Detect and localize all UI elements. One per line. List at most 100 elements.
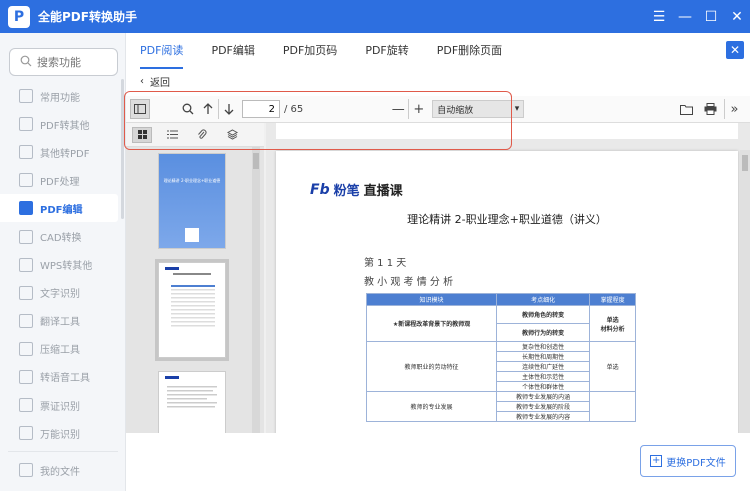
back-label: 返回 (150, 78, 170, 89)
sidebar-item-cad[interactable]: CAD转换 (0, 222, 126, 250)
sidebar-item-label: 票证识别 (40, 401, 80, 413)
chevron-down-icon: ▾ (514, 104, 520, 114)
sidebar-item-universal[interactable]: 万能识别 (0, 419, 126, 447)
tab-pdf-page-number[interactable]: PDF加页码 (283, 33, 337, 69)
file-convert-icon (19, 145, 33, 160)
page-thumbnail-3[interactable] (158, 371, 226, 433)
brand-live: 直播课 (363, 184, 403, 199)
sidebar-item-common[interactable]: 常用功能 (0, 82, 126, 110)
table-cell: 长期性和周期性 (496, 351, 591, 362)
compress-icon (19, 341, 33, 356)
search-box[interactable] (9, 48, 118, 76)
page-thumbnail-2[interactable] (155, 259, 229, 361)
translate-icon (19, 313, 33, 328)
sidebar-item-translate[interactable]: 翻译工具 (0, 307, 126, 335)
ocr-icon (19, 285, 33, 300)
table-cell: 单选 材料分析 (589, 305, 636, 342)
minimize-button[interactable]: — (672, 0, 698, 33)
tab-pdf-rotate[interactable]: PDF旋转 (365, 33, 408, 69)
table-header: 考点细化 (496, 293, 591, 306)
app-title: 全能PDF转换助手 (38, 10, 137, 24)
sidebar-list: 常用功能 PDF转其他 其他转PDF PDF处理 PDF编辑 CAD转换 WPS… (0, 82, 126, 484)
sidebar-item-label: WPS转其他 (40, 261, 93, 273)
brand-name: 粉笔 (333, 184, 360, 199)
thumbnail-preview (165, 267, 215, 327)
ticket-icon (19, 398, 33, 413)
table-cell: 个体性和群体性 (496, 381, 591, 392)
sidebar-item-ticket[interactable]: 票证识别 (0, 391, 126, 419)
maximize-button[interactable]: ☐ (698, 0, 724, 33)
sidebar-item-label: 其他转PDF (40, 148, 90, 160)
sidebar-item-label: 翻译工具 (40, 317, 80, 329)
sidebar-item-label: CAD转换 (40, 233, 82, 245)
page-thumbnail-1[interactable]: 理论精讲 2-职业理念+职业道德 (158, 153, 226, 249)
document-title: 理论精讲 2-职业理念+职业道德（讲义） (407, 213, 607, 226)
document-scrollbar[interactable] (740, 150, 750, 433)
edit-icon (19, 201, 33, 216)
thumbnail-panel: 理论精讲 2-职业理念+职业道德 (126, 147, 264, 433)
wps-icon (19, 257, 33, 272)
sidebar-item-label: PDF编辑 (40, 204, 83, 216)
sidebar-item-label: PDF转其他 (40, 120, 90, 132)
toolbar-highlight-annotation (124, 91, 512, 150)
sidebar-item-wps[interactable]: WPS转其他 (0, 251, 126, 279)
tab-pdf-read[interactable]: PDF阅读 (140, 33, 184, 69)
search-input[interactable] (37, 55, 107, 69)
pdf-convert-icon (19, 117, 33, 132)
sidebar-item-ocr[interactable]: 文字识别 (0, 279, 126, 307)
table-cell: 连续性和广延性 (496, 361, 591, 372)
close-window-button[interactable]: ✕ (724, 0, 750, 33)
handwriting-note-1: 第 1 1 天 (364, 258, 407, 269)
sidebar-item-label: 常用功能 (40, 92, 80, 104)
menu-button[interactable]: ☰ (646, 0, 672, 33)
handwriting-note-2: 教 小 观 考 情 分 析 (364, 277, 454, 288)
table-cell: 教师的专业发展 (365, 391, 498, 422)
app-logo: P (8, 5, 30, 28)
chevron-left-icon: ‹ (140, 76, 144, 87)
table-cell (589, 391, 636, 422)
sidebar-item-label: 转语音工具 (40, 373, 90, 385)
sidebar-item-my-files[interactable]: 我的文件 (0, 456, 126, 484)
sidebar-item-compress[interactable]: 压缩工具 (0, 335, 126, 363)
table-row: 教师的专业发展 教师专业发展的内涵 (365, 391, 636, 422)
table-cell: 主体性和示范性 (496, 371, 591, 382)
title-bar: P 全能PDF转换助手 ☰ — ☐ ✕ (0, 0, 750, 33)
table-cell: 教师行为的转变 (496, 323, 591, 342)
document-area: Fb 粉笔 直播课 理论精讲 2-职业理念+职业道德（讲义） 第 1 1 天 教… (266, 123, 750, 433)
thumb-cover-title: 理论精讲 2-职业理念+职业道德 (163, 178, 221, 183)
qr-code-icon (185, 228, 199, 242)
sidebar-divider (8, 451, 118, 453)
sidebar-item-pdf-process[interactable]: PDF处理 (0, 166, 126, 194)
table-header: 掌握程度 (589, 293, 636, 306)
sidebar-item-other-to-pdf[interactable]: 其他转PDF (0, 138, 126, 166)
tab-pdf-delete-page[interactable]: PDF删除页面 (437, 33, 502, 69)
table-row: 教师职业的劳动特征 复杂性和创造性 单选 (365, 341, 636, 392)
table-cell: 教师专业发展的内涵 (496, 391, 591, 402)
table-cell: 单选 (589, 341, 636, 392)
plus-icon: + (650, 455, 663, 467)
sidebar: 常用功能 PDF转其他 其他转PDF PDF处理 PDF编辑 CAD转换 WPS… (0, 33, 126, 491)
table-cell: 教师专业发展的阶段 (496, 401, 591, 412)
sidebar-item-speech[interactable]: 转语音工具 (0, 363, 126, 391)
brand-logo: Fb 粉笔 直播课 (310, 180, 403, 200)
scrollbar-thumb[interactable] (742, 155, 748, 171)
close-panel-button[interactable]: ✕ (726, 41, 744, 59)
document-page: Fb 粉笔 直播课 理论精讲 2-职业理念+职业道德（讲义） 第 1 1 天 教… (276, 151, 738, 433)
sidebar-item-label: 文字识别 (40, 289, 80, 301)
table-cell: 教师职业的劳动特征 (365, 341, 498, 392)
cad-icon (19, 229, 33, 244)
sidebar-item-label: 我的文件 (40, 466, 80, 478)
print-icon[interactable] (700, 99, 720, 119)
replace-pdf-button[interactable]: + 更换PDF文件 (640, 445, 736, 477)
scrollbar-thumb[interactable] (253, 153, 259, 169)
tab-pdf-edit[interactable]: PDF编辑 (211, 33, 254, 69)
sidebar-item-pdf-to-other[interactable]: PDF转其他 (0, 110, 126, 138)
knowledge-table: 知识模块 考点细化 掌握程度 ★新课程改革背景下的教师观 教师角色的转变 单选 … (365, 293, 636, 422)
pdf-process-icon (19, 173, 33, 188)
thumbnail-scrollbar[interactable] (252, 147, 260, 433)
back-link[interactable]: ‹ 返回 (140, 74, 170, 89)
open-file-icon[interactable] (676, 99, 696, 119)
table-row: ★新课程改革背景下的教师观 教师角色的转变 单选 材料分析 (365, 305, 636, 342)
more-tools-icon[interactable]: » (724, 99, 744, 119)
sidebar-item-pdf-edit[interactable]: PDF编辑 (0, 194, 118, 223)
